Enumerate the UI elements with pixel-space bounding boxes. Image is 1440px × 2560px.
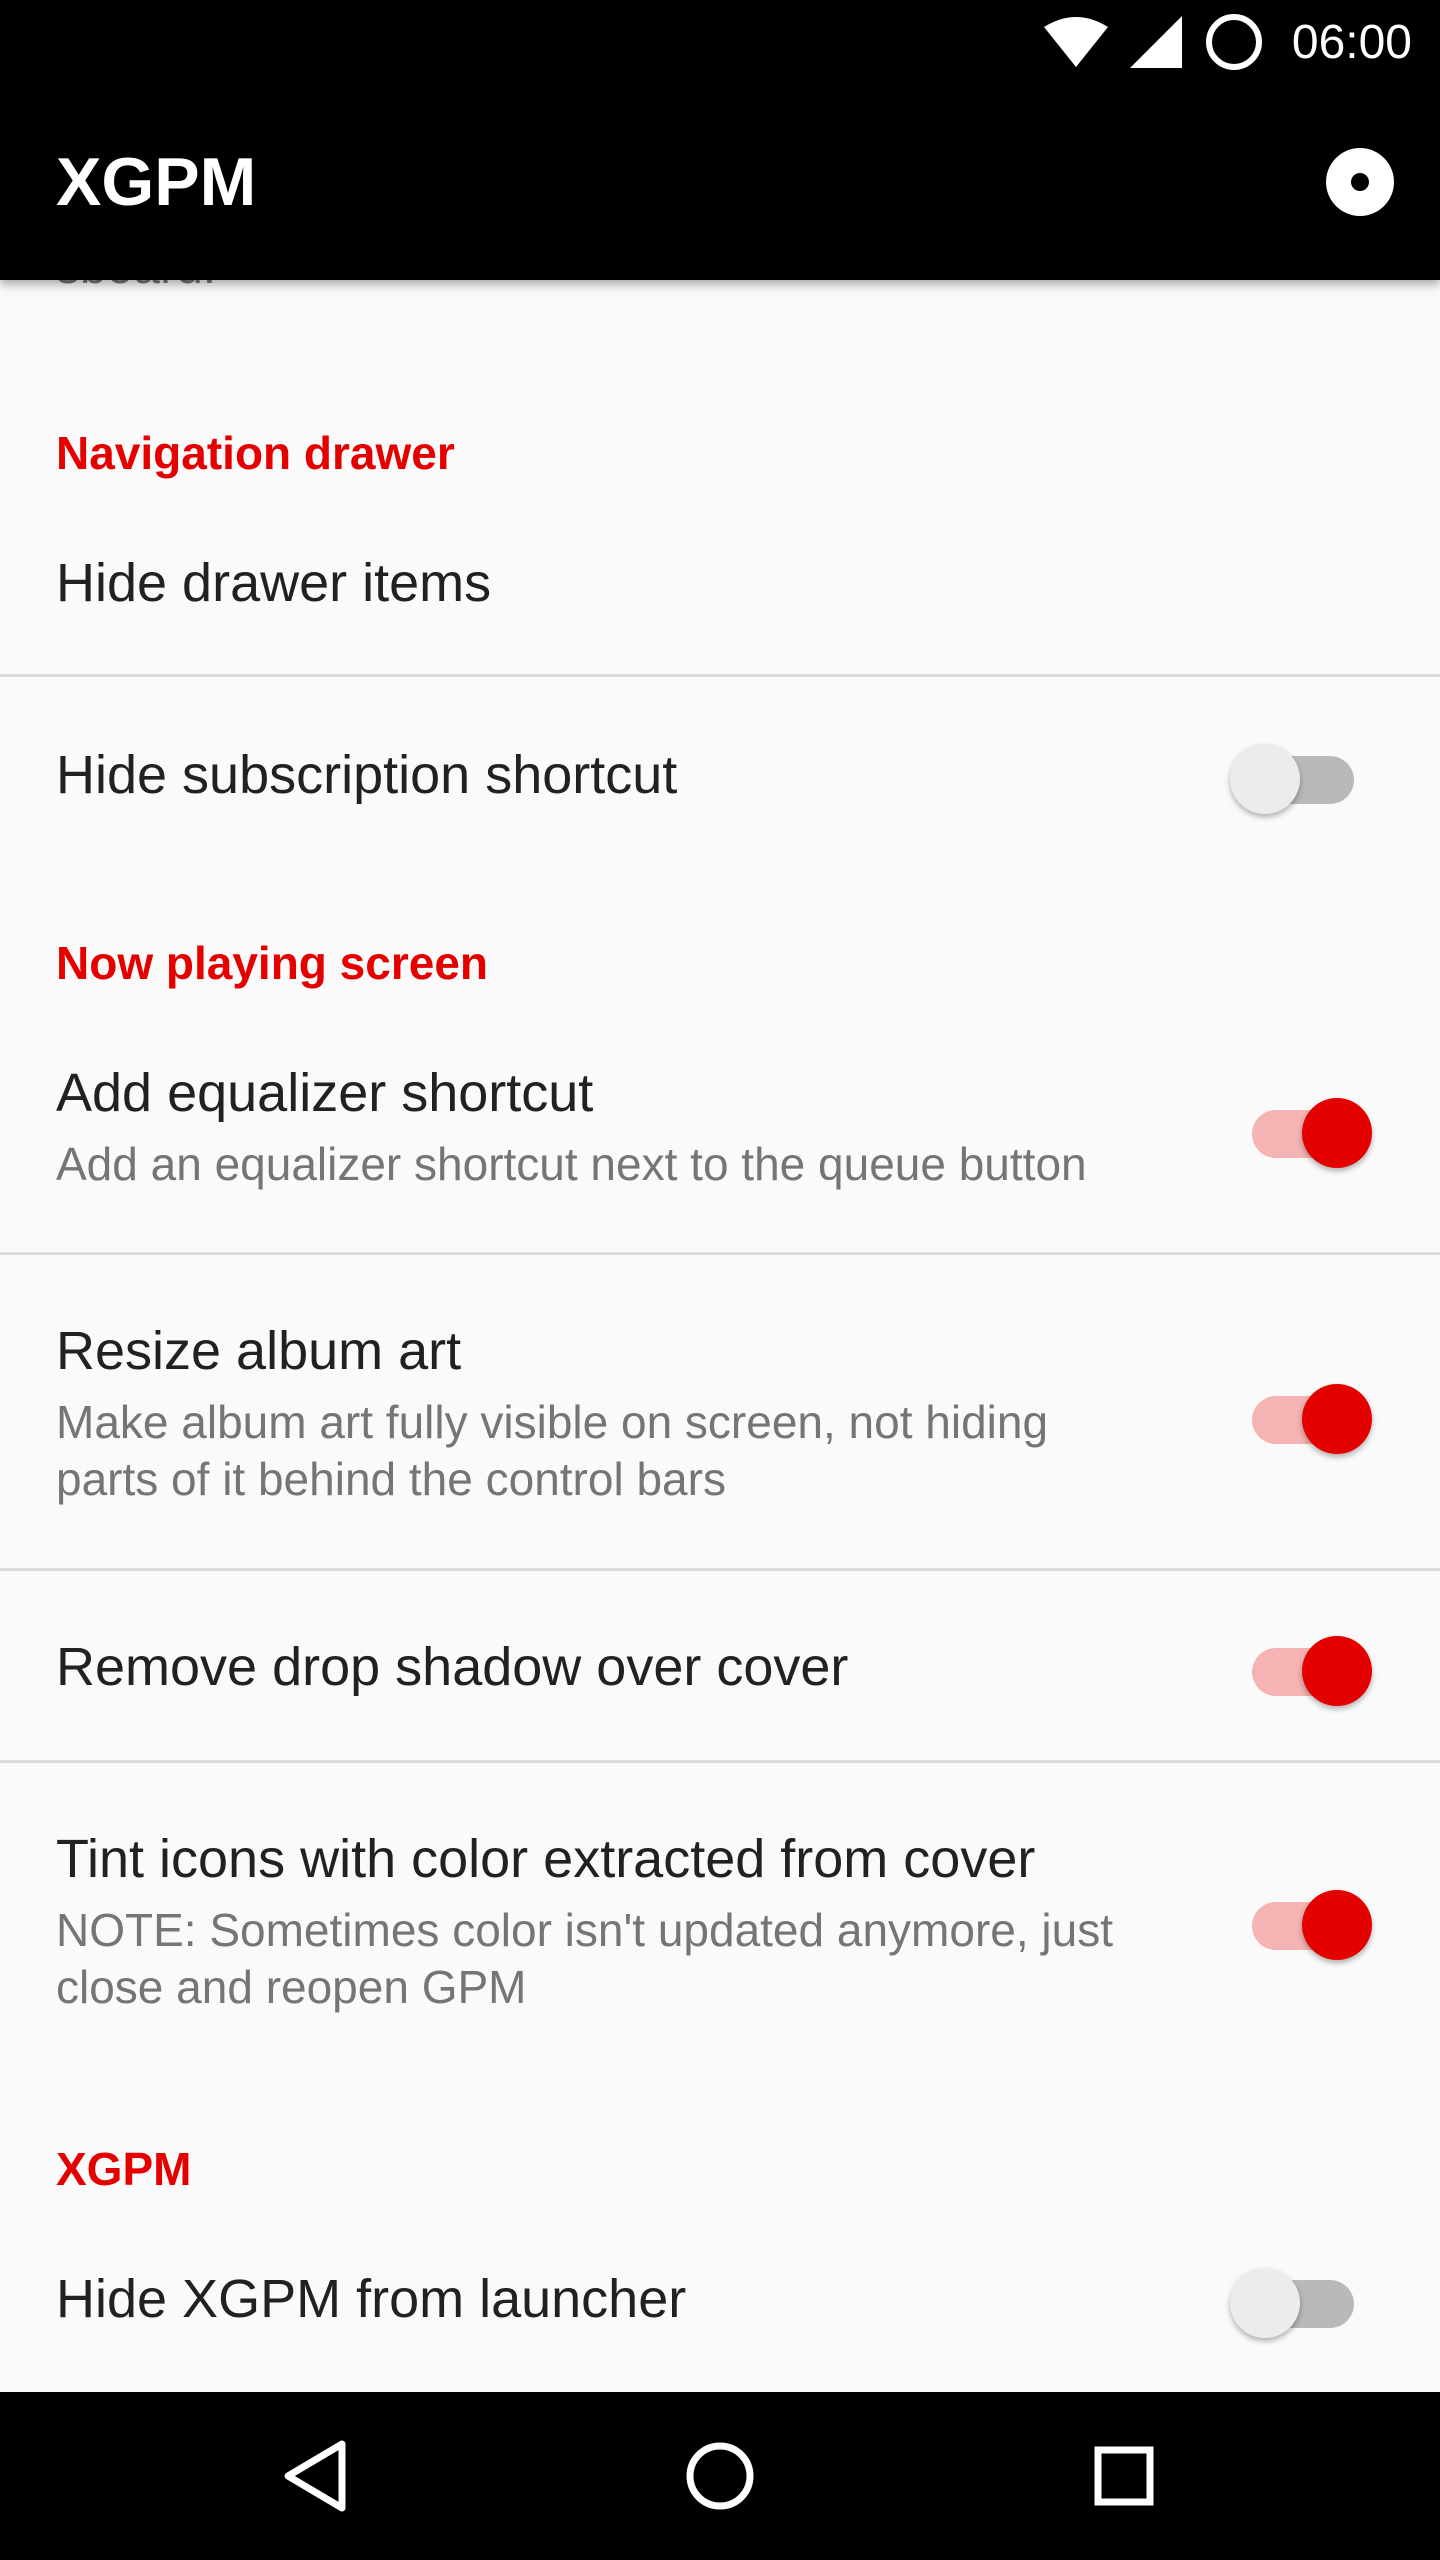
pref-hide-drawer-items[interactable]: Hide drawer items bbox=[56, 552, 491, 614]
switch-hide-xgpm-from-launcher[interactable] bbox=[1230, 2256, 1370, 2338]
recents-square-icon[interactable] bbox=[1074, 2426, 1174, 2526]
app-title: XGPM bbox=[56, 144, 257, 220]
pref-resize-album-art[interactable]: Resize album art bbox=[56, 1320, 461, 1382]
switch-remove-drop-shadow[interactable] bbox=[1236, 1624, 1376, 1706]
pref-hide-subscription-shortcut[interactable]: Hide subscription shortcut bbox=[56, 744, 677, 806]
switch-thumb bbox=[1230, 744, 1300, 814]
navigation-bar bbox=[0, 2392, 1440, 2560]
app-bar: XGPM bbox=[0, 84, 1440, 280]
switch-thumb bbox=[1302, 1636, 1372, 1706]
pref-tint-icons[interactable]: Tint icons with color extracted from cov… bbox=[56, 1828, 1035, 1890]
pref-add-equalizer-shortcut[interactable]: Add equalizer shortcut bbox=[56, 1062, 593, 1124]
pref-resize-album-art-summary: Make album art fully visible on screen, … bbox=[56, 1396, 1049, 1505]
pref-hide-xgpm-from-launcher[interactable]: Hide XGPM from launcher bbox=[56, 2268, 686, 2330]
switch-thumb bbox=[1302, 1384, 1372, 1454]
switch-hide-subscription-shortcut[interactable] bbox=[1230, 732, 1370, 814]
divider bbox=[0, 1252, 1440, 1255]
divider bbox=[0, 1760, 1440, 1763]
settings-list: sboard. Navigation drawer Hide drawer it… bbox=[0, 0, 1440, 2560]
switch-resize-album-art[interactable] bbox=[1236, 1372, 1376, 1454]
home-circle-icon[interactable] bbox=[670, 2426, 770, 2526]
record-icon[interactable] bbox=[1324, 146, 1396, 218]
switch-thumb bbox=[1230, 2268, 1300, 2338]
section-header-now-playing-screen: Now playing screen bbox=[56, 937, 489, 989]
switch-thumb bbox=[1302, 1098, 1372, 1168]
section-header-navigation-drawer: Navigation drawer bbox=[56, 427, 455, 479]
pref-add-equalizer-shortcut-summary: Add an equalizer shortcut next to the qu… bbox=[56, 1138, 1087, 1190]
divider bbox=[0, 1568, 1440, 1571]
switch-thumb bbox=[1302, 1890, 1372, 1960]
switch-add-equalizer-shortcut[interactable] bbox=[1236, 1086, 1376, 1168]
switch-tint-icons[interactable] bbox=[1236, 1878, 1376, 1960]
divider bbox=[0, 674, 1440, 677]
pref-tint-icons-summary: NOTE: Sometimes color isn't updated anym… bbox=[56, 1904, 1113, 2013]
section-header-xgpm: XGPM bbox=[56, 2143, 192, 2195]
back-triangle-icon[interactable] bbox=[266, 2426, 366, 2526]
pref-remove-drop-shadow[interactable]: Remove drop shadow over cover bbox=[56, 1636, 848, 1698]
